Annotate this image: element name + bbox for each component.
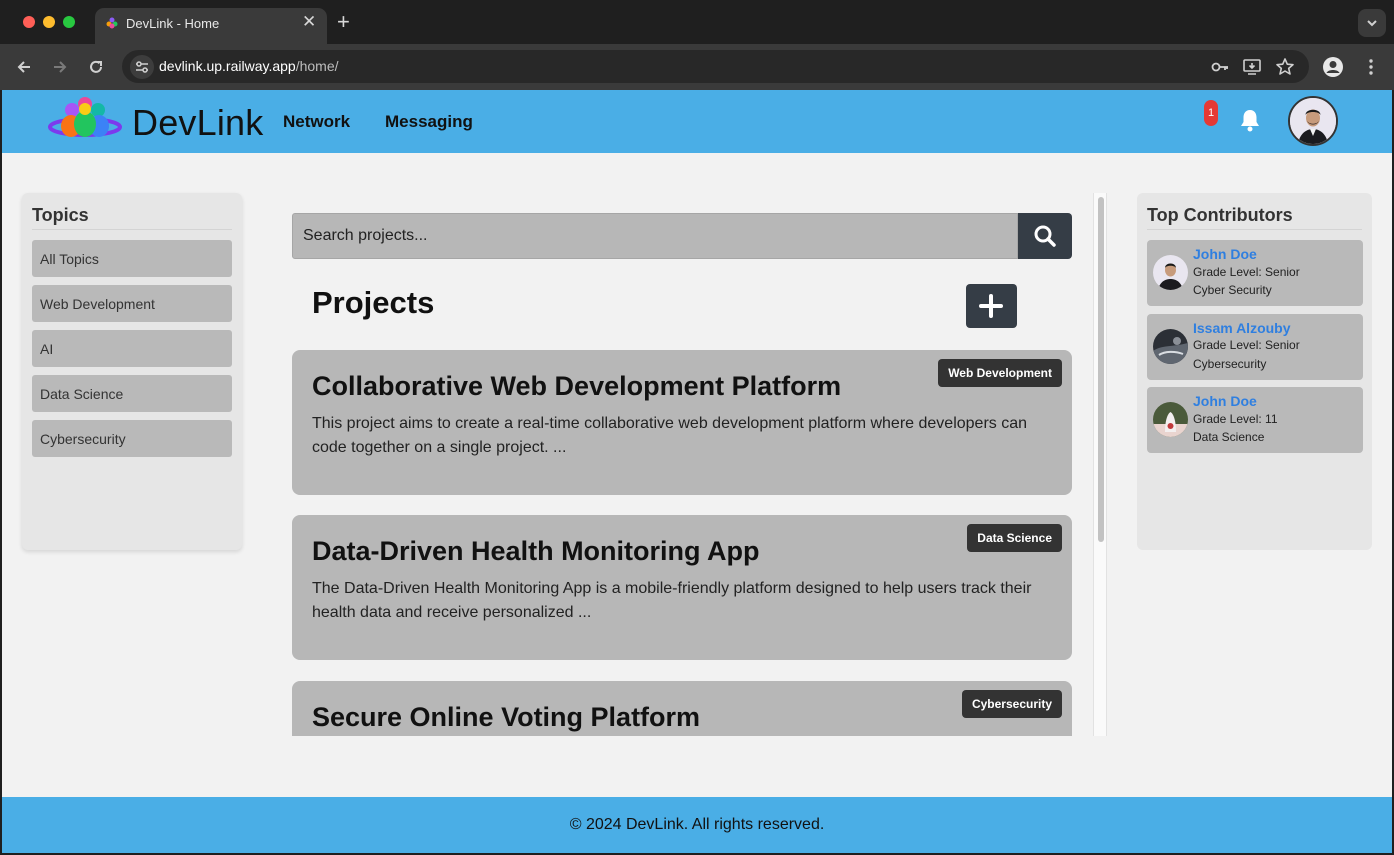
nav-network-link[interactable]: Network — [283, 112, 350, 132]
devlink-favicon-icon — [106, 17, 118, 29]
project-card[interactable]: Cybersecurity Secure Online Voting Platf… — [292, 681, 1072, 736]
tab-close-icon[interactable]: ✕ — [302, 13, 316, 31]
topics-heading: Topics — [32, 205, 89, 225]
topic-all-topics[interactable]: All Topics — [32, 240, 232, 277]
contributors-divider — [1147, 229, 1362, 230]
nav-messaging-link[interactable]: Messaging — [385, 112, 473, 132]
contributor-avatar[interactable] — [1153, 255, 1188, 290]
projects-main: Projects Web Development Collaborative W… — [292, 193, 1072, 736]
user-avatar[interactable] — [1288, 96, 1338, 146]
project-tag-badge[interactable]: Web Development — [938, 359, 1062, 387]
site-footer: © 2024 DevLink. All rights reserved. — [2, 797, 1392, 853]
footer-copyright: © 2024 DevLink. All rights reserved. — [569, 816, 825, 833]
search-icon — [1034, 225, 1056, 247]
search-projects-input[interactable] — [292, 213, 1018, 259]
project-tag-badge[interactable]: Cybersecurity — [961, 690, 1062, 718]
forward-arrow-icon[interactable] — [50, 57, 70, 77]
topics-sidebar: Topics All Topics Web Development AI Dat… — [22, 193, 242, 550]
topics-divider — [32, 229, 232, 230]
password-key-icon[interactable] — [1210, 57, 1230, 77]
project-title[interactable]: Data-Driven Health Monitoring App — [312, 536, 760, 567]
tab-title: DevLink - Home — [126, 16, 220, 31]
brand-name[interactable]: DevLink — [132, 102, 263, 144]
url-path: /home/ — [295, 58, 339, 74]
address-bar[interactable]: devlink.up.railway.app/home/ — [122, 50, 1309, 83]
install-app-icon[interactable] — [1242, 57, 1262, 77]
top-contributors-heading: Top Contributors — [1147, 205, 1293, 225]
contributor-grade: Grade Level: Senior — [1193, 338, 1300, 352]
url-text: devlink.up.railway.app/home/ — [159, 58, 339, 74]
project-title[interactable]: Secure Online Voting Platform — [312, 702, 700, 733]
back-arrow-icon[interactable] — [14, 57, 34, 77]
plus-icon — [979, 294, 1003, 318]
browser-toolbar: devlink.up.railway.app/home/ — [0, 44, 1394, 90]
contributor-name-link[interactable]: John Doe — [1193, 393, 1257, 409]
new-tab-button[interactable]: + — [337, 10, 350, 34]
contributor-avatar-photo — [1153, 329, 1188, 364]
chevron-down-icon — [1367, 20, 1377, 27]
search-button[interactable] — [1018, 213, 1072, 259]
notification-count-badge: 1 — [1204, 100, 1218, 126]
contributor-grade: Grade Level: Senior — [1193, 265, 1300, 279]
top-contributors-panel: Top Contributors John Doe Grade Level: S… — [1137, 193, 1372, 550]
browser-tab-strip: DevLink - Home ✕ + — [0, 0, 1394, 44]
reload-icon[interactable] — [86, 57, 106, 77]
contributor-avatar-photo — [1153, 255, 1188, 290]
project-description: The Data-Driven Health Monitoring App is… — [312, 580, 1032, 621]
bookmark-star-icon[interactable] — [1275, 57, 1295, 77]
contributor-topic: Cyber Security — [1193, 283, 1272, 297]
project-description: This project aims to create a real-time … — [312, 415, 1028, 456]
projects-scrollbar-thumb[interactable] — [1098, 197, 1104, 542]
site-header: DevLink Network Messaging 1 — [2, 90, 1392, 153]
contributor-name-link[interactable]: John Doe — [1193, 246, 1257, 262]
contributor-avatar[interactable] — [1153, 402, 1188, 437]
topic-web-development[interactable]: Web Development — [32, 285, 232, 322]
projects-scrollbar[interactable] — [1093, 193, 1107, 736]
topic-ai[interactable]: AI — [32, 330, 232, 367]
close-window-button[interactable] — [23, 16, 35, 28]
user-avatar-photo — [1290, 98, 1336, 144]
contributor-avatar-photo — [1153, 402, 1188, 437]
project-tag-badge[interactable]: Data Science — [967, 524, 1062, 552]
bell-icon[interactable] — [1239, 108, 1261, 132]
contributor-avatar[interactable] — [1153, 329, 1188, 364]
contributor-card[interactable]: John Doe Grade Level: 11 Data Science — [1147, 387, 1363, 453]
contributor-grade: Grade Level: 11 — [1193, 412, 1278, 426]
contributor-card[interactable]: John Doe Grade Level: Senior Cyber Secur… — [1147, 240, 1363, 306]
project-card[interactable]: Data Science Data-Driven Health Monitori… — [292, 515, 1072, 660]
more-menu-icon[interactable] — [1360, 56, 1382, 78]
add-project-button[interactable] — [966, 284, 1017, 328]
url-host: devlink.up.railway.app — [159, 58, 296, 74]
contributor-topic: Data Science — [1193, 430, 1265, 444]
site-info-button[interactable] — [130, 55, 154, 79]
contributor-topic: Cybersecurity — [1193, 357, 1267, 371]
contributor-card[interactable]: Issam Alzouby Grade Level: Senior Cybers… — [1147, 314, 1363, 380]
tab-search-button[interactable] — [1358, 9, 1386, 37]
browser-tab-active[interactable]: DevLink - Home ✕ — [95, 8, 327, 44]
project-card[interactable]: Web Development Collaborative Web Develo… — [292, 350, 1072, 495]
minimize-window-button[interactable] — [43, 16, 55, 28]
contributor-name-link[interactable]: Issam Alzouby — [1193, 320, 1291, 336]
project-title[interactable]: Collaborative Web Development Platform — [312, 371, 841, 402]
devlink-logo-icon[interactable] — [48, 94, 122, 146]
profile-icon[interactable] — [1322, 56, 1344, 78]
topic-cybersecurity[interactable]: Cybersecurity — [32, 420, 232, 457]
page-viewport: DevLink Network Messaging 1 Topics All T… — [2, 90, 1392, 853]
topic-data-science[interactable]: Data Science — [32, 375, 232, 412]
maximize-window-button[interactable] — [63, 16, 75, 28]
projects-heading: Projects — [312, 285, 435, 320]
tune-icon — [136, 61, 148, 73]
